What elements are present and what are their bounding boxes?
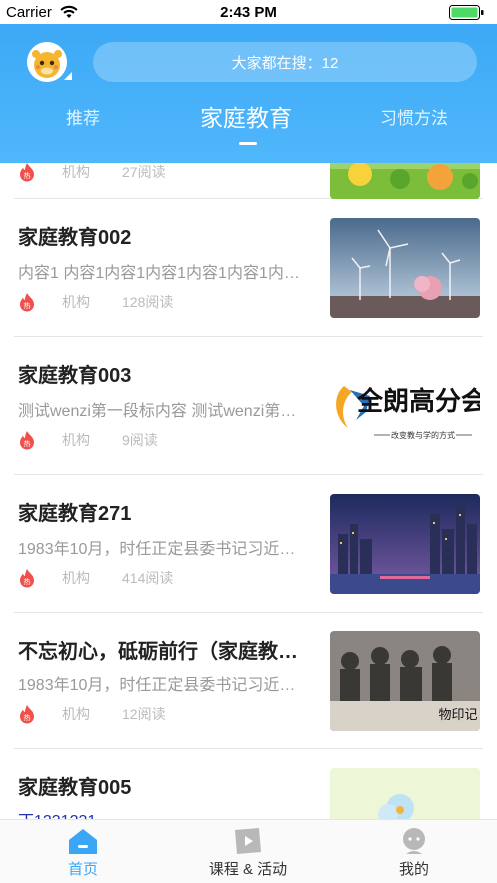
item-thumbnail: 物印记	[330, 631, 480, 731]
giraffe-avatar-icon	[27, 42, 67, 82]
list-item[interactable]: 热 机构 27阅读	[14, 163, 483, 199]
hot-icon: 热	[20, 293, 34, 312]
item-source: 机构	[62, 294, 90, 310]
item-meta: 热 机构 414阅读	[18, 568, 173, 588]
hot-icon: 热	[20, 705, 34, 724]
hot-icon: 热	[20, 569, 34, 588]
svg-text:热: 热	[24, 577, 31, 586]
item-title: 家庭教育002	[18, 227, 132, 249]
tab-habit-method[interactable]: 习惯方法	[380, 104, 448, 129]
bottom-tab-bar: 首页 课程 & 活动 我的	[0, 819, 497, 883]
list-item[interactable]: 家庭教育003 测试wenzi第一段标内容 测试wenzi第一段标内容 热 机构…	[14, 337, 483, 475]
user-icon	[403, 828, 425, 854]
tab-family-education[interactable]: 家庭教育	[200, 99, 292, 133]
item-thumbnail	[330, 163, 480, 199]
item-description: 1983年10月，时任正定县委书记习近平同志	[18, 541, 306, 558]
item-source: 机构	[62, 432, 90, 448]
svg-text:物印记: 物印记	[438, 708, 477, 723]
svg-text:热: 热	[24, 713, 31, 722]
item-thumbnail	[330, 494, 480, 594]
app-header: Carrier 2:43 PM 大家都在搜：12 推荐 家庭教育 习惯方法	[0, 0, 497, 163]
item-reads: 128阅读	[122, 294, 174, 310]
list-item[interactable]: 家庭教育271 1983年10月，时任正定县委书记习近平同志 热 机构 414阅…	[14, 475, 483, 613]
item-reads: 414阅读	[122, 570, 174, 586]
item-thumbnail	[330, 768, 480, 819]
svg-text:热: 热	[24, 439, 31, 448]
svg-text:改变教与学的方式: 改变教与学的方式	[391, 430, 455, 440]
avatar-caret-icon	[64, 72, 72, 80]
active-tab-indicator	[239, 142, 257, 145]
article-list[interactable]: 热 机构 27阅读 家庭教育002 内容1 内容1内容1内容1内容1内容1内容1…	[0, 163, 497, 819]
search-bar[interactable]: 大家都在搜：12	[93, 42, 477, 82]
tabbar-mine-label: 我的	[398, 861, 429, 878]
item-reads: 9阅读	[122, 432, 158, 448]
item-description: 1983年10月，时任正定县委书记习近平同志	[18, 677, 306, 694]
hot-icon: 热	[20, 431, 34, 450]
item-title: 不忘初心，砥砺前行（家庭教育）	[18, 641, 306, 663]
item-meta: 热 机构 9阅读	[18, 430, 158, 450]
status-bar: Carrier 2:43 PM	[0, 0, 497, 24]
svg-text:全朗高分会: 全朗高分会	[356, 386, 480, 417]
svg-text:热: 热	[24, 171, 31, 180]
item-thumbnail	[330, 218, 480, 318]
item-meta: 热 机构 128阅读	[18, 292, 173, 312]
item-description: 测试wenzi第一段标内容 测试wenzi第一段标内容	[18, 403, 306, 420]
tabbar-home-label: 首页	[67, 861, 98, 878]
home-icon	[69, 829, 97, 854]
battery-icon	[449, 5, 484, 20]
list-item[interactable]: 家庭教育005 丁1231231	[14, 749, 483, 819]
item-source: 机构	[62, 570, 90, 586]
item-meta: 热 机构 12阅读	[18, 704, 166, 724]
list-item[interactable]: 不忘初心，砥砺前行（家庭教育） 1983年10月，时任正定县委书记习近平同志 热…	[14, 613, 483, 749]
item-reads: 27阅读	[122, 164, 166, 180]
tabbar-course-label: 课程 & 活动	[208, 861, 288, 878]
item-source: 机构	[62, 164, 90, 180]
item-title: 家庭教育005	[18, 777, 132, 799]
hot-icon: 热	[20, 163, 34, 182]
item-meta: 热 机构 27阅读	[18, 163, 166, 182]
svg-text:热: 热	[24, 301, 31, 310]
tabbar-mine[interactable]: 我的	[354, 826, 474, 879]
item-title: 家庭教育271	[18, 503, 132, 525]
item-title: 家庭教育003	[18, 365, 132, 387]
tabbar-home[interactable]: 首页	[23, 826, 143, 879]
item-description: 内容1 内容1内容1内容1内容1内容1内容1	[18, 265, 306, 282]
list-item[interactable]: 家庭教育002 内容1 内容1内容1内容1内容1内容1内容1 热 机构 128阅…	[14, 199, 483, 337]
item-description: 丁1231231	[18, 807, 306, 819]
item-reads: 12阅读	[122, 706, 166, 722]
item-thumbnail: 全朗高分会 改变教与学的方式	[330, 356, 480, 456]
search-placeholder: 大家都在搜：12	[231, 54, 339, 72]
tab-recommend[interactable]: 推荐	[66, 104, 100, 129]
video-icon	[235, 828, 261, 854]
tabbar-course-activity[interactable]: 课程 & 活动	[188, 826, 308, 879]
clock-label: 2:43 PM	[220, 4, 277, 21]
avatar[interactable]	[27, 42, 67, 82]
item-source: 机构	[62, 706, 90, 722]
